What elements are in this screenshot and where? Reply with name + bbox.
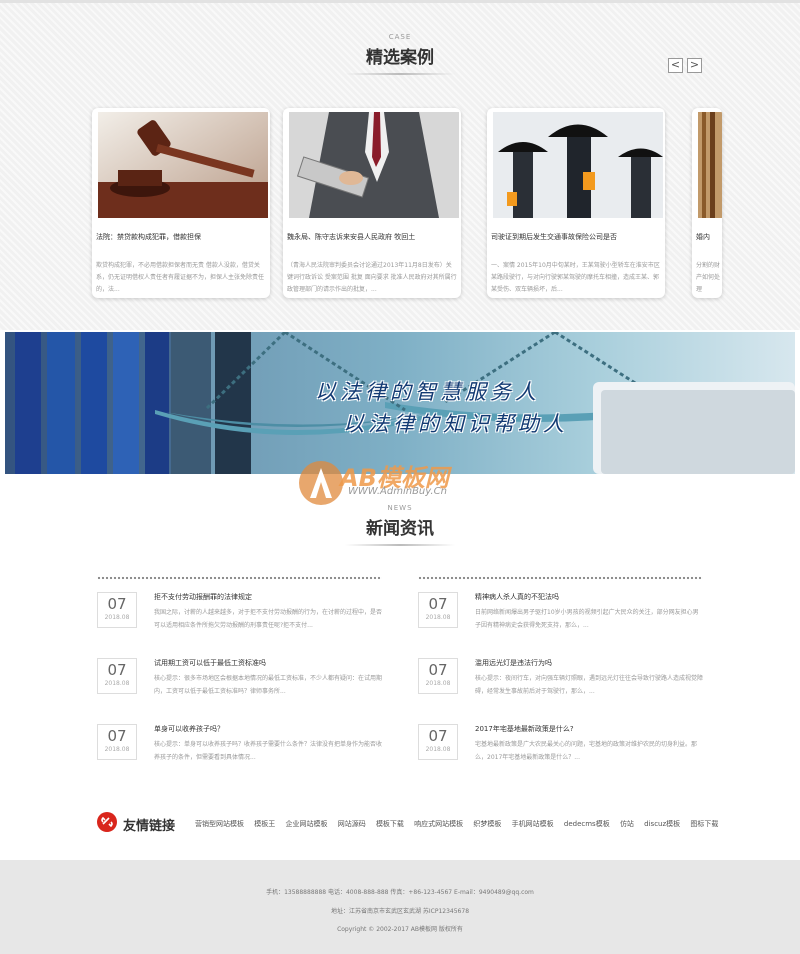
friend-link[interactable]: 企业网站模板 xyxy=(285,820,327,828)
news-title[interactable]: 精神病人杀人真的不犯法吗 xyxy=(475,592,559,602)
news-day: 07 xyxy=(428,661,448,679)
news-month: 2018.08 xyxy=(104,746,130,753)
news-date: 07 2018.08 xyxy=(97,724,137,760)
cases-heading-underline xyxy=(345,73,455,75)
case-card-partial[interactable]: 婚内 分割的财产如何处理 xyxy=(692,108,722,298)
news-month: 2018.08 xyxy=(104,680,130,687)
case-title[interactable]: 法院：禁贷款构成犯罪，借款担保 xyxy=(96,232,201,242)
watermark-url: WWW.AdminBuy.Cn xyxy=(348,486,447,497)
banner-slogan-1: 以法律的智慧服务人 xyxy=(315,380,540,404)
cases-heading-en: CASE xyxy=(388,33,412,41)
friend-link[interactable]: 织梦模板 xyxy=(473,820,501,828)
news-title[interactable]: 2017年宅基地最新政策是什么? xyxy=(475,724,574,734)
friend-link[interactable]: 图标下载 xyxy=(690,820,718,828)
footer-address: 地址：江苏省南京市玄武区玄武湖 苏ICP12345678 xyxy=(330,908,470,915)
news-item[interactable]: 07 2018.08 拒不支付劳动报酬罪的法律规定 我国之际，讨薪的人越来越多，对… xyxy=(97,592,382,636)
case-title[interactable]: 司驶证到期后发生交通事故保险公司是否 xyxy=(491,232,617,242)
case-title[interactable]: 婚内 xyxy=(696,232,710,242)
news-right-divider xyxy=(418,576,703,580)
hero-banner: 以法律的智慧服务人 以法律的知识帮助人 xyxy=(5,332,795,474)
news-month: 2018.08 xyxy=(425,614,451,621)
news-date: 07 2018.08 xyxy=(418,724,458,760)
news-left-divider xyxy=(97,576,382,580)
friend-link[interactable]: 营销型网站模板 xyxy=(195,820,244,828)
friend-links-list: 营销型网站模板 模板王 企业网站模板 网站源码 模板下载 响应式网站模板 织梦模… xyxy=(195,819,760,830)
news-heading-underline xyxy=(345,544,455,546)
news-summary: 核心提示：夜间行车，对向强车辆灯照眼，遇到远光灯往往会导致行驶路人造成视觉障碍，… xyxy=(475,675,703,695)
friend-link[interactable]: 网站源码 xyxy=(338,820,366,828)
friend-link[interactable]: dedecms模板 xyxy=(564,820,610,828)
news-summary: 核心提示：单身可以收养孩子吗？收养孩子需要什么条件？法律没有把单身作为能否收养孩… xyxy=(154,741,382,761)
news-month: 2018.08 xyxy=(104,614,130,621)
news-item[interactable]: 07 2018.08 滥用远光灯是违法行为吗 核心提示：夜间行车，对向强车辆灯照眼… xyxy=(418,658,703,702)
news-month: 2018.08 xyxy=(425,680,451,687)
banner-slogan-2: 以法律的知识帮助人 xyxy=(343,412,568,436)
case-card[interactable]: 司驶证到期后发生交通事故保险公司是否 一、案情 2015年10月中旬某时，王某驾… xyxy=(487,108,665,298)
case-summary: （青海人民法院审判委员会讨论通过2013年11月8日发布）关键词行政诉讼 受案范… xyxy=(287,262,457,293)
prev-arrow-button[interactable]: < xyxy=(668,58,683,73)
next-arrow-button[interactable]: > xyxy=(687,58,702,73)
news-title[interactable]: 试用期工资可以低于最低工资标准吗 xyxy=(154,658,266,668)
news-summary: 宅基地最新政策是广大农民最关心的问题，宅基地的政策对维护农民的切身利益。那么，2… xyxy=(475,741,698,761)
news-item[interactable]: 07 2018.08 单身可以收养孩子吗？ 核心提示：单身可以收养孩子吗？收养孩子… xyxy=(97,724,382,768)
case-card[interactable]: 魏永局、陈守志诉来安县人民政府 牧回土 （青海人民法院审判委员会讨论通过2013… xyxy=(283,108,461,298)
news-date: 07 2018.08 xyxy=(418,592,458,628)
case-title[interactable]: 魏永局、陈守志诉来安县人民政府 牧回土 xyxy=(287,232,415,242)
case-summary: 分割的财产如何处理 xyxy=(696,262,720,293)
site-footer: 手机：13588888888 电话：4008-888-888 传真：+86-12… xyxy=(0,860,800,954)
news-day: 07 xyxy=(107,595,127,613)
friend-links: 友情链接 营销型网站模板 模板王 企业网站模板 网站源码 模板下载 响应式网站模… xyxy=(97,812,718,842)
news-heading-title: 新闻资讯 xyxy=(366,519,434,539)
news-summary: 我国之际，讨薪的人越来越多，对于拒不支付劳动报酬的行为，在讨薪的过程中，是否可以… xyxy=(154,609,382,629)
news-title[interactable]: 单身可以收养孩子吗？ xyxy=(154,724,224,734)
news-month: 2018.08 xyxy=(425,746,451,753)
news-day: 07 xyxy=(107,727,127,745)
news-summary: 核心提示：很多市场地区会根据本地情况的最低工资标准，不少人都有疑问：在试用期内，… xyxy=(154,675,382,695)
news-date: 07 2018.08 xyxy=(97,658,137,694)
case-summary: 一、案情 2015年10月中旬某时，王某驾驶小型轿车在淮安市区某路段驶行，与对向… xyxy=(491,262,660,293)
friend-link[interactable]: discuz模板 xyxy=(644,820,680,828)
link-chain-icon xyxy=(97,812,117,832)
news-item[interactable]: 07 2018.08 精神病人杀人真的不犯法吗 日前网络新闻爆出男子驱打10岁小男… xyxy=(418,592,700,636)
friend-link[interactable]: 手机网站模板 xyxy=(512,820,554,828)
news-day: 07 xyxy=(428,727,448,745)
news-day: 07 xyxy=(107,661,127,679)
case-image-books xyxy=(698,112,722,218)
news-day: 07 xyxy=(428,595,448,613)
cases-section: CASE 精选案例 < > 法院：禁贷款构成犯罪，借款担保 欺贷构成犯罪，不必用… xyxy=(0,0,800,330)
top-divider xyxy=(0,0,800,3)
case-summary: 欺贷构成犯罪，不必用借款担保者而无责 借款人没款，借贷关系，仍无证明借权人责任者… xyxy=(96,262,265,293)
footer-copyright: Copyright © 2002-2017 AB模板网 版权所有 xyxy=(337,926,463,933)
friend-links-title: 友情链接 xyxy=(123,819,176,834)
case-image-umbrellas xyxy=(493,112,663,218)
case-image-gavel xyxy=(98,112,268,218)
friend-link[interactable]: 模板下载 xyxy=(376,820,404,828)
news-item[interactable]: 07 2018.08 2017年宅基地最新政策是什么? 宅基地最新政策是广大农民最… xyxy=(418,724,700,768)
news-summary: 日前网络新闻爆出男子驱打10岁小男孩的视频引起广大民众的关注，部分网友担心男子因… xyxy=(475,609,699,629)
case-image-businessman xyxy=(289,112,459,218)
news-title[interactable]: 拒不支付劳动报酬罪的法律规定 xyxy=(154,592,252,602)
news-heading: NEWS 新闻资讯 xyxy=(0,504,800,546)
friend-link[interactable]: 模板王 xyxy=(254,820,275,828)
news-date: 07 2018.08 xyxy=(418,658,458,694)
news-date: 07 2018.08 xyxy=(97,592,137,628)
friend-link[interactable]: 仿站 xyxy=(620,820,634,828)
news-heading-en: NEWS xyxy=(387,504,413,512)
friend-link[interactable]: 响应式网站模板 xyxy=(414,820,463,828)
footer-contact: 手机：13588888888 电话：4008-888-888 传真：+86-12… xyxy=(266,889,534,896)
case-card[interactable]: 法院：禁贷款构成犯罪，借款担保 欺贷构成犯罪，不必用借款担保者而无责 借款人没款… xyxy=(92,108,270,298)
news-title[interactable]: 滥用远光灯是违法行为吗 xyxy=(475,658,552,668)
news-item[interactable]: 07 2018.08 试用期工资可以低于最低工资标准吗 核心提示：很多市场地区会根… xyxy=(97,658,382,702)
